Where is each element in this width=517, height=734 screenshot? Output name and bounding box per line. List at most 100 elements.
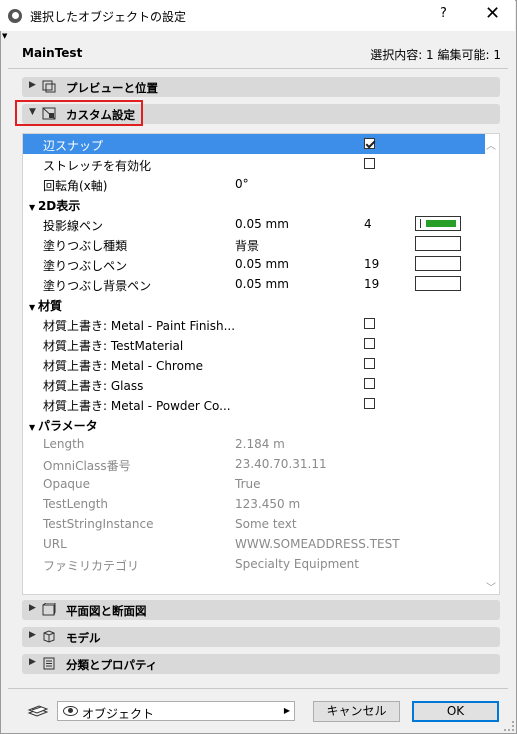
row-fill-type[interactable]: 塗りつぶし種類 背景 [23, 234, 485, 254]
close-button[interactable]: ✕ [485, 3, 500, 24]
material-label: 材質上書き: Glass [43, 379, 144, 393]
section-label: 平面図と断面図 [66, 604, 147, 618]
group-material-label: 材質 [37, 299, 62, 313]
scroll-up-icon[interactable]: ︿ [486, 137, 496, 152]
preview-icon [42, 80, 56, 93]
material-checkbox[interactable] [364, 398, 375, 409]
row-projection-pen[interactable]: 投影線ペン 0.05 mm 4 [23, 214, 485, 234]
param-name: URL [43, 537, 67, 551]
eye-icon [63, 706, 78, 716]
pen-tick [420, 219, 421, 228]
projection-pen-value[interactable]: 0.05 mm [235, 217, 289, 231]
row-material[interactable]: 材質上書き: TestMaterial [23, 334, 485, 354]
pen-color-bar [426, 220, 456, 227]
group-label: ▼ 2D表示 [29, 197, 80, 214]
group-2d-display[interactable]: ▼ 2D表示 [23, 194, 485, 214]
ok-button[interactable]: OK [412, 701, 499, 722]
param-name: Length [43, 437, 85, 451]
group-parameters[interactable]: ▼ パラメータ [23, 414, 485, 434]
collapse-arrow-icon: ▼ [29, 303, 38, 312]
header-divider [8, 68, 508, 69]
material-label: 材質上書き: Metal - Powder Co... [43, 399, 231, 413]
app-logo-icon [8, 9, 22, 23]
fill-bg-pen-value[interactable]: 0.05 mm [235, 277, 289, 291]
row-material[interactable]: 材質上書き: Metal - Chrome [23, 354, 485, 374]
projection-pen-label: 投影線ペン [43, 219, 104, 233]
classification-icon [43, 657, 55, 670]
material-checkbox[interactable] [364, 338, 375, 349]
param-name: TestStringInstance [43, 517, 154, 531]
param-name: TestLength [43, 497, 109, 511]
row-parameter[interactable]: Length 2.184 m [23, 434, 485, 454]
material-label: 材質上書き: Metal - Paint Finish... [43, 319, 236, 333]
resize-grip-icon[interactable] [504, 721, 514, 731]
row-fill-bg-pen[interactable]: 塗りつぶし背景ペン 0.05 mm 19 [23, 274, 485, 294]
cancel-button[interactable]: キャンセル [313, 701, 400, 722]
row-parameter[interactable]: TestLength 123.450 m [23, 494, 485, 514]
row-rotation[interactable]: 回転角(x軸) 0° [23, 174, 485, 194]
param-name: OmniClass番号 [43, 459, 131, 473]
selection-info: 選択内容: 1 編集可能: 1 [370, 48, 501, 62]
window-title: 選択したオブジェクトの設定 [30, 10, 187, 24]
section-classification[interactable]: ▶ 分類とプロパティ [22, 654, 500, 674]
row-material[interactable]: 材質上書き: Glass [23, 374, 485, 394]
floorplan-icon [42, 603, 56, 616]
param-value: 2.184 m [235, 437, 285, 451]
edge-snap-checkbox[interactable] [364, 138, 375, 149]
fill-type-label: 塗りつぶし種類 [43, 239, 128, 253]
dropdown-arrow-icon: ▶ [283, 706, 290, 715]
collapse-arrow-icon: ▼ [29, 203, 38, 212]
fill-pen-label: 塗りつぶしペン [43, 259, 128, 273]
fill-bg-pen-label: 塗りつぶし背景ペン [43, 279, 152, 293]
row-fill-pen[interactable]: 塗りつぶしペン 0.05 mm 19 [23, 254, 485, 274]
highlight-box [15, 100, 143, 126]
section-label: モデル [66, 631, 101, 645]
fill-pen-value[interactable]: 0.05 mm [235, 257, 289, 271]
row-parameter[interactable]: ファミリカテゴリ Specialty Equipment [23, 554, 485, 574]
layers-icon [27, 705, 49, 717]
row-edge-snap[interactable]: 辺スナップ [23, 134, 485, 154]
material-checkbox[interactable] [364, 358, 375, 369]
fill-bg-pen-number[interactable]: 19 [364, 277, 379, 291]
param-value: 23.40.70.31.11 [235, 457, 327, 471]
param-value: 123.450 m [235, 497, 301, 511]
help-button[interactable]: ? [440, 6, 447, 21]
rotation-label: 回転角(x軸) [43, 179, 108, 193]
fill-pen-swatch[interactable] [415, 256, 461, 271]
pen-swatch[interactable] [415, 216, 461, 231]
param-value: Some text [235, 517, 297, 531]
edge-snap-label: 辺スナップ [43, 139, 104, 153]
row-parameter[interactable]: Opaque True [23, 474, 485, 494]
group-label: ▼ 材質 [29, 297, 62, 314]
scroll-down-icon[interactable]: ﹀ [486, 579, 496, 594]
row-parameter[interactable]: OmniClass番号 23.40.70.31.11 [23, 454, 485, 474]
model-cube-icon [43, 630, 55, 643]
projection-pen-number[interactable]: 4 [364, 217, 372, 231]
section-label: プレビューと位置 [66, 81, 158, 95]
material-label: 材質上書き: Metal - Chrome [43, 359, 204, 373]
param-name: Opaque [43, 477, 91, 491]
stretch-checkbox[interactable] [364, 158, 375, 169]
rotation-value[interactable]: 0° [235, 177, 249, 191]
fill-pen-number[interactable]: 19 [364, 257, 379, 271]
expand-arrow-icon: ▶ [29, 657, 36, 667]
row-parameter[interactable]: TestStringInstance Some text [23, 514, 485, 534]
section-floorplan-section[interactable]: ▶ 平面図と断面図 [22, 600, 500, 620]
param-value: Specialty Equipment [235, 557, 359, 571]
fill-type-swatch[interactable] [415, 236, 461, 251]
layer-combo[interactable]: オブジェクト ▶ [57, 701, 295, 721]
row-stretch[interactable]: ストレッチを有効化 [23, 154, 485, 174]
expand-arrow-icon: ▶ [29, 603, 36, 613]
group-2d-label: 2D表示 [37, 199, 81, 213]
row-material[interactable]: 材質上書き: Metal - Powder Co... [23, 394, 485, 414]
fill-bg-pen-swatch[interactable] [415, 276, 461, 291]
material-checkbox[interactable] [364, 318, 375, 329]
row-material[interactable]: 材質上書き: Metal - Paint Finish... [23, 314, 485, 334]
object-name: MainTest [22, 46, 83, 60]
group-material[interactable]: ▼ 材質 [23, 294, 485, 314]
section-model[interactable]: ▶ モデル [22, 627, 500, 647]
section-preview-position[interactable]: ▶ プレビューと位置 [22, 77, 500, 97]
row-parameter[interactable]: URL WWW.SOMEADDRESS.TEST [23, 534, 485, 554]
fill-type-value[interactable]: 背景 [235, 237, 259, 254]
material-checkbox[interactable] [364, 378, 375, 389]
